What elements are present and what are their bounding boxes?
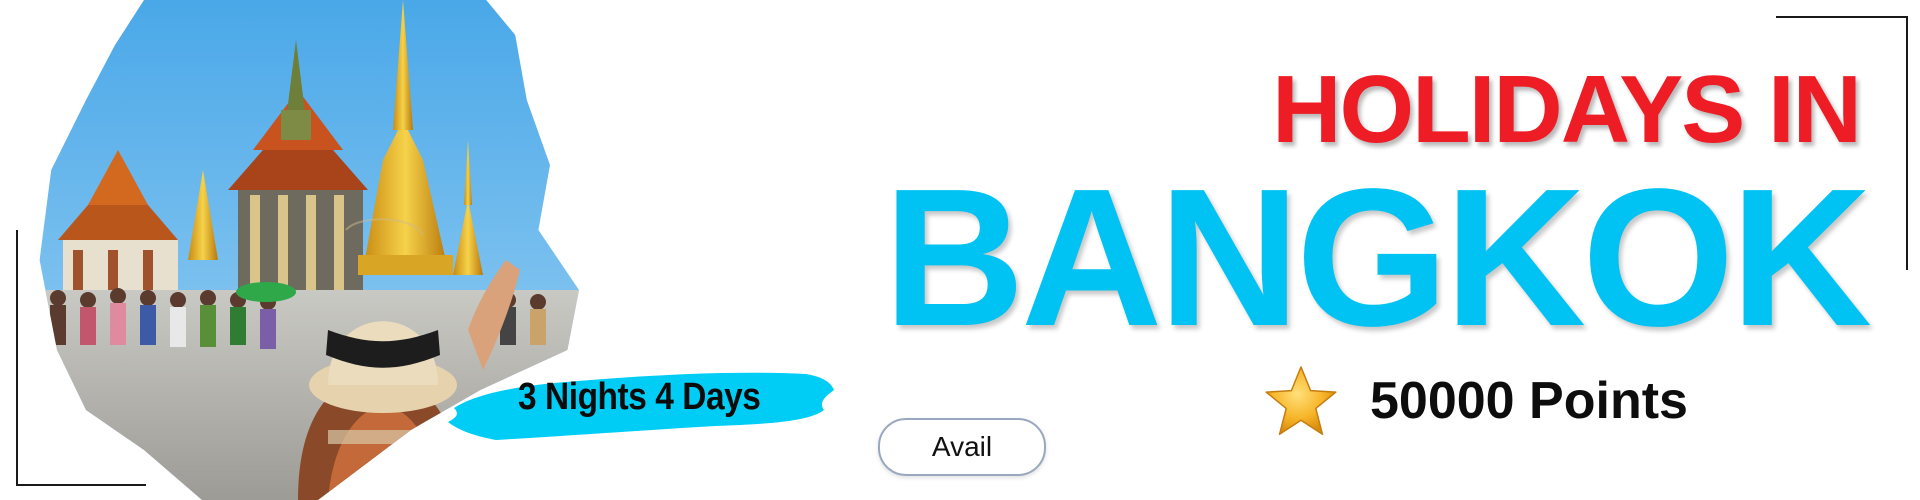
duration-label: 3 Nights 4 Days (518, 376, 761, 418)
headline-title: HOLIDAYS IN (1272, 56, 1862, 163)
star-icon (1265, 366, 1337, 436)
avail-button[interactable]: Avail (878, 418, 1046, 476)
duration-brush-badge: 3 Nights 4 Days (446, 364, 836, 442)
destination-title: BANGKOK (883, 148, 1872, 367)
points-badge: 50000 Points (1264, 364, 1688, 438)
points-value: 50000 Points (1370, 372, 1688, 430)
